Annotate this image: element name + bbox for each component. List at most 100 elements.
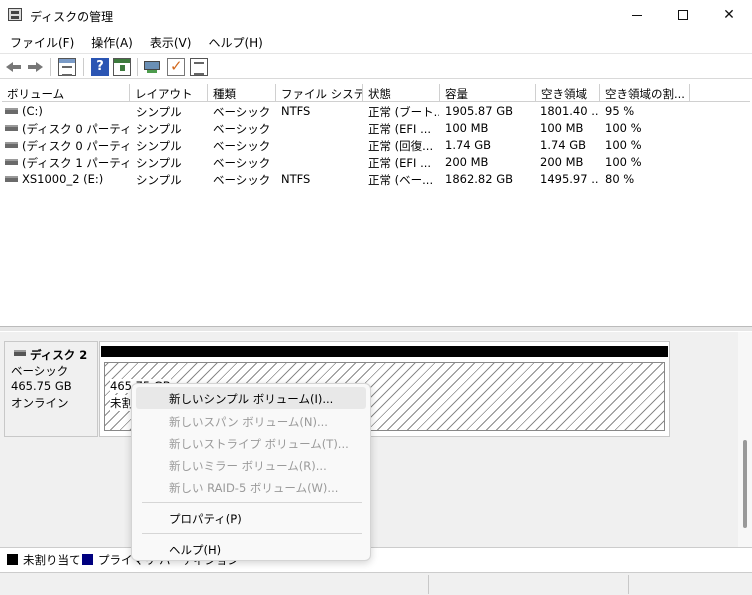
- status-bar: [0, 572, 752, 595]
- cell-capacity: 1862.82 GB: [445, 172, 514, 186]
- col-header-layout[interactable]: レイアウト: [130, 84, 208, 102]
- toolbar-separator: [83, 58, 84, 76]
- minimize-icon: [632, 14, 642, 16]
- forward-arrow-icon[interactable]: [26, 58, 44, 76]
- volume-icon: [5, 125, 18, 131]
- scrollbar-thumb[interactable]: [743, 440, 747, 528]
- cell-free-space: 100 MB: [540, 121, 584, 135]
- menu-separator: [142, 502, 362, 503]
- menu-new-raid5-volume[interactable]: 新しい RAID-5 ボリューム(W)...: [136, 476, 366, 498]
- cell-layout: シンプル: [136, 122, 182, 136]
- menu-help-item[interactable]: ヘルプ(H): [136, 538, 366, 560]
- cell-layout: シンプル: [136, 173, 182, 187]
- cell-free-space: 200 MB: [540, 155, 584, 169]
- menu-bar: ファイル(F) 操作(A) 表示(V) ヘルプ(H): [0, 30, 752, 52]
- cell-free-space: 1495.97 ...: [540, 172, 598, 186]
- volume-list-icon[interactable]: [58, 58, 76, 76]
- legend-unallocated: 未割り当て: [23, 553, 81, 567]
- close-button[interactable]: ✕: [706, 0, 752, 30]
- col-header-type[interactable]: 種類: [208, 84, 276, 102]
- menu-new-spanned-volume[interactable]: 新しいスパン ボリューム(N)...: [136, 410, 366, 432]
- cell-status: 正常 (ベー...: [368, 173, 434, 187]
- disk-status: オンライン: [11, 396, 69, 410]
- cell-percent-free: 95 %: [605, 104, 635, 118]
- table-row[interactable]: XS1000_2 (E:) シンプル ベーシック NTFS 正常 (ベー... …: [2, 171, 750, 188]
- col-header-volume[interactable]: ボリューム: [2, 84, 130, 102]
- properties-icon[interactable]: [190, 58, 208, 76]
- cell-type: ベーシック: [213, 173, 271, 187]
- volume-icon: [5, 176, 18, 182]
- cell-status: 正常 (ブート...: [368, 105, 439, 119]
- check-icon[interactable]: [167, 57, 185, 76]
- minimize-button[interactable]: [614, 0, 660, 30]
- connect-icon[interactable]: [143, 58, 161, 76]
- close-icon: ✕: [723, 7, 735, 23]
- pane-splitter[interactable]: [0, 326, 752, 331]
- disk-info-panel[interactable]: ディスク 2 ベーシック 465.75 GB オンライン: [4, 341, 98, 437]
- table-row[interactable]: (ディスク 0 パーティシ... シンプル ベーシック 正常 (回復... 1.…: [2, 137, 750, 154]
- cell-status: 正常 (回復...: [368, 139, 434, 153]
- menu-view[interactable]: 表示(V): [140, 30, 199, 52]
- cell-capacity: 200 MB: [445, 155, 489, 169]
- status-segment: [428, 575, 429, 594]
- menu-new-simple-volume[interactable]: 新しいシンプル ボリューム(I)...: [136, 387, 366, 409]
- table-row[interactable]: (ディスク 0 パーティシ... シンプル ベーシック 正常 (EFI ... …: [2, 120, 750, 137]
- help-icon[interactable]: ?: [91, 58, 109, 76]
- menu-help[interactable]: ヘルプ(H): [198, 30, 269, 52]
- disk-management-icon: [8, 8, 22, 21]
- legend-swatch-unallocated: [7, 554, 18, 565]
- cell-free-space: 1801.40 ...: [540, 104, 598, 118]
- volume-icon: [5, 159, 18, 165]
- legend: 未割り当て プライマリ パーティション: [0, 547, 752, 569]
- volume-icon: [5, 108, 18, 114]
- cell-free-space: 1.74 GB: [540, 138, 587, 152]
- cell-type: ベーシック: [213, 122, 271, 136]
- disk-name: ディスク 2: [30, 348, 88, 362]
- status-segment: [628, 575, 629, 594]
- cell-type: ベーシック: [213, 156, 271, 170]
- vertical-scrollbar[interactable]: [738, 332, 752, 547]
- cell-filesystem: NTFS: [281, 104, 311, 118]
- cell-type: ベーシック: [213, 139, 271, 153]
- menu-new-mirrored-volume[interactable]: 新しいミラー ボリューム(R)...: [136, 454, 366, 476]
- volume-icon: [5, 142, 18, 148]
- disk-type: ベーシック: [11, 364, 69, 378]
- cell-percent-free: 100 %: [605, 138, 642, 152]
- cell-layout: シンプル: [136, 105, 182, 119]
- maximize-button[interactable]: [660, 0, 706, 30]
- window-title: ディスクの管理: [30, 10, 114, 24]
- menu-action[interactable]: 操作(A): [81, 30, 140, 52]
- cell-volume: (ディスク 0 パーティシ...: [22, 139, 130, 153]
- col-header-free-space[interactable]: 空き領域: [536, 84, 600, 102]
- col-header-empty: [690, 84, 750, 102]
- cell-percent-free: 80 %: [605, 172, 635, 186]
- back-arrow-icon[interactable]: [5, 58, 23, 76]
- table-row[interactable]: (ディスク 1 パーティシ... シンプル ベーシック 正常 (EFI ... …: [2, 154, 750, 171]
- cell-volume: (ディスク 0 パーティシ...: [22, 122, 130, 136]
- cell-capacity: 100 MB: [445, 121, 489, 135]
- col-header-filesystem[interactable]: ファイル システム: [276, 84, 363, 102]
- table-row[interactable]: (C:) シンプル ベーシック NTFS 正常 (ブート... 1905.87 …: [2, 103, 750, 120]
- disk-icon: [14, 350, 26, 356]
- cell-percent-free: 100 %: [605, 121, 642, 135]
- col-header-status[interactable]: 状態: [363, 84, 440, 102]
- cell-layout: シンプル: [136, 156, 182, 170]
- col-header-capacity[interactable]: 容量: [440, 84, 536, 102]
- show-hide-icon[interactable]: [113, 58, 131, 76]
- cell-volume: (C:): [22, 104, 43, 118]
- cell-percent-free: 100 %: [605, 155, 642, 169]
- menu-properties[interactable]: プロパティ(P): [136, 507, 366, 529]
- context-menu: 新しいシンプル ボリューム(I)... 新しいスパン ボリューム(N)... 新…: [131, 383, 371, 561]
- toolbar-separator: [50, 58, 51, 76]
- cell-type: ベーシック: [213, 105, 271, 119]
- menu-file[interactable]: ファイル(F): [0, 30, 81, 52]
- partition-header-bar: [101, 346, 668, 357]
- col-header-percent-free[interactable]: 空き領域の割...: [600, 84, 690, 102]
- toolbar: ?: [0, 53, 752, 79]
- legend-swatch-primary: [82, 554, 93, 565]
- menu-new-striped-volume[interactable]: 新しいストライプ ボリューム(T)...: [136, 432, 366, 454]
- cell-filesystem: NTFS: [281, 172, 311, 186]
- cell-volume: (ディスク 1 パーティシ...: [22, 156, 130, 170]
- cell-capacity: 1.74 GB: [445, 138, 492, 152]
- cell-status: 正常 (EFI ...: [368, 122, 432, 136]
